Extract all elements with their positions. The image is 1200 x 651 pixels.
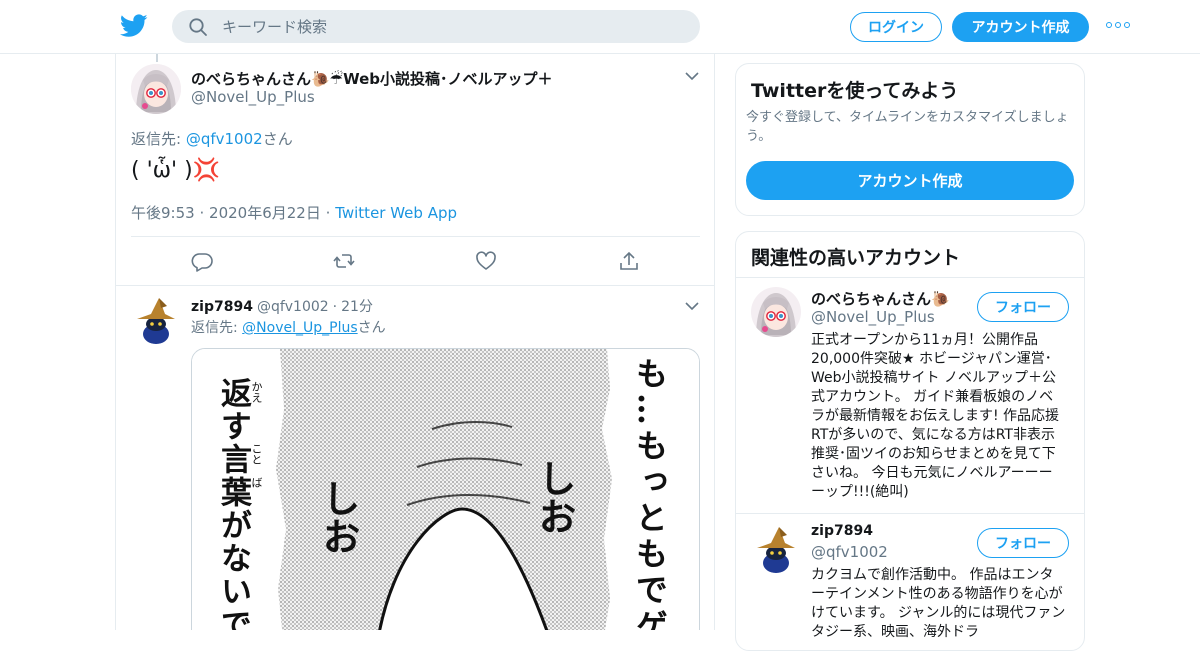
reply-suffix: さん xyxy=(262,130,293,148)
tweet-time[interactable]: 午後9:53 xyxy=(131,204,195,222)
tweet-author[interactable]: zip7894 @qfv1002 · 21分 xyxy=(191,296,373,316)
avatar[interactable] xyxy=(751,287,801,337)
display-name[interactable]: のべらちゃんさん🐌☔Web小説投稿･ノベルアップ＋ xyxy=(191,68,553,89)
tweet-time-ago[interactable]: 21分 xyxy=(341,296,373,316)
manga-sfx: しお xyxy=(532,459,576,535)
related-accounts-title: 関連性の高いアカウント xyxy=(751,247,961,269)
user-handle[interactable]: @Novel_Up_Plus xyxy=(191,88,315,106)
top-navigation-bar: ログイン アカウント作成 xyxy=(0,0,1200,54)
like-icon[interactable] xyxy=(475,250,497,272)
signup-card-title: Twitterを使ってみよう xyxy=(751,80,959,102)
signup-button[interactable]: アカウント作成 xyxy=(952,12,1089,42)
tweet-media-image[interactable]: 返す言葉がないで かえ こと ば も…もっともでゲ しお しお xyxy=(191,348,700,630)
chevron-down-icon[interactable] xyxy=(685,71,699,81)
reply-prefix: 返信先: xyxy=(131,130,186,148)
manga-text-right: も…もっともでゲ xyxy=(631,357,669,630)
signup-button[interactable]: アカウント作成 xyxy=(746,161,1074,200)
display-name[interactable]: zip7894 xyxy=(191,299,253,315)
divider xyxy=(736,513,1084,514)
tweet-text: ( 'ὧ' )💢 xyxy=(131,158,221,183)
meta-separator: · xyxy=(332,299,338,315)
divider xyxy=(131,236,700,237)
follow-button[interactable]: フォロー xyxy=(977,528,1069,558)
tweet-handle-row: @Novel_Up_Plus xyxy=(191,88,315,106)
reply-prefix: 返信先: xyxy=(191,320,243,336)
reply-handle-link[interactable]: @qfv1002 xyxy=(186,130,263,148)
account-bio: 正式オープンから11ヵ月！公開作品20,000件突破★ ホビージャパン運営･We… xyxy=(811,332,1060,500)
avatar[interactable] xyxy=(131,64,181,114)
thread-connector xyxy=(156,54,158,62)
manga-sfx: しお xyxy=(316,479,360,555)
signup-card: Twitterを使ってみよう 今すぐ登録して、タイムラインをカスタマイズしましょ… xyxy=(735,63,1085,216)
manga-ruby: かえ xyxy=(250,381,263,403)
chevron-down-icon[interactable] xyxy=(685,301,699,311)
reply-icon[interactable] xyxy=(191,250,213,272)
divider xyxy=(736,277,1084,278)
login-button[interactable]: ログイン xyxy=(850,12,942,42)
tweet-meta: 午後9:53 · 2020年6月22日 · Twitter Web App xyxy=(131,202,457,223)
tweet-author[interactable]: のべらちゃんさん🐌☔Web小説投稿･ノベルアップ＋ xyxy=(191,68,553,89)
reply-to-line: 返信先: @Novel_Up_Plusさん xyxy=(191,317,386,337)
retweet-icon[interactable] xyxy=(333,250,355,272)
meta-separator: · xyxy=(325,204,331,222)
search-input[interactable] xyxy=(222,10,682,43)
account-bio: カクヨムで創作活動中。 作品はエンターテインメント性のある物語作りを心がけていま… xyxy=(811,567,1066,640)
related-accounts-card: 関連性の高いアカウント のべらちゃんさん🐌 @Novel_Up_Plus フォロ… xyxy=(735,231,1085,651)
manga-ruby: こと xyxy=(250,443,263,465)
reply-handle-link[interactable]: @Novel_Up_Plus xyxy=(242,320,357,336)
tweet-thread: のべらちゃんさん🐌☔Web小説投稿･ノベルアップ＋ @Novel_Up_Plus… xyxy=(115,54,715,630)
account-name[interactable]: のべらちゃんさん🐌 xyxy=(811,288,950,309)
reply-suffix: さん xyxy=(357,320,386,336)
account-handle[interactable]: @qfv1002 xyxy=(811,543,888,561)
user-handle[interactable]: @qfv1002 xyxy=(257,299,329,315)
tweet-date[interactable]: 2020年6月22日 xyxy=(209,204,321,222)
tweet-source[interactable]: Twitter Web App xyxy=(335,204,457,222)
manga-ruby: ば xyxy=(250,477,263,488)
share-icon[interactable] xyxy=(618,250,640,272)
follow-button[interactable]: フォロー xyxy=(977,292,1069,322)
more-icon[interactable] xyxy=(1106,22,1130,32)
search-bar[interactable] xyxy=(172,10,700,43)
account-name[interactable]: zip7894 xyxy=(811,523,873,539)
manga-panel xyxy=(192,349,699,630)
signup-card-subtitle: 今すぐ登録して、タイムラインをカスタマイズしましょう。 xyxy=(746,110,1069,144)
avatar[interactable] xyxy=(751,523,801,573)
reply-to-line: 返信先: @qfv1002さん xyxy=(131,128,293,149)
divider xyxy=(116,285,714,286)
twitter-bird-icon[interactable] xyxy=(120,13,148,39)
avatar[interactable] xyxy=(131,294,181,344)
search-icon xyxy=(189,18,207,36)
manga-text-left: 返す言葉がないで xyxy=(215,377,251,630)
account-handle[interactable]: @Novel_Up_Plus xyxy=(811,308,935,326)
meta-separator: · xyxy=(199,204,205,222)
